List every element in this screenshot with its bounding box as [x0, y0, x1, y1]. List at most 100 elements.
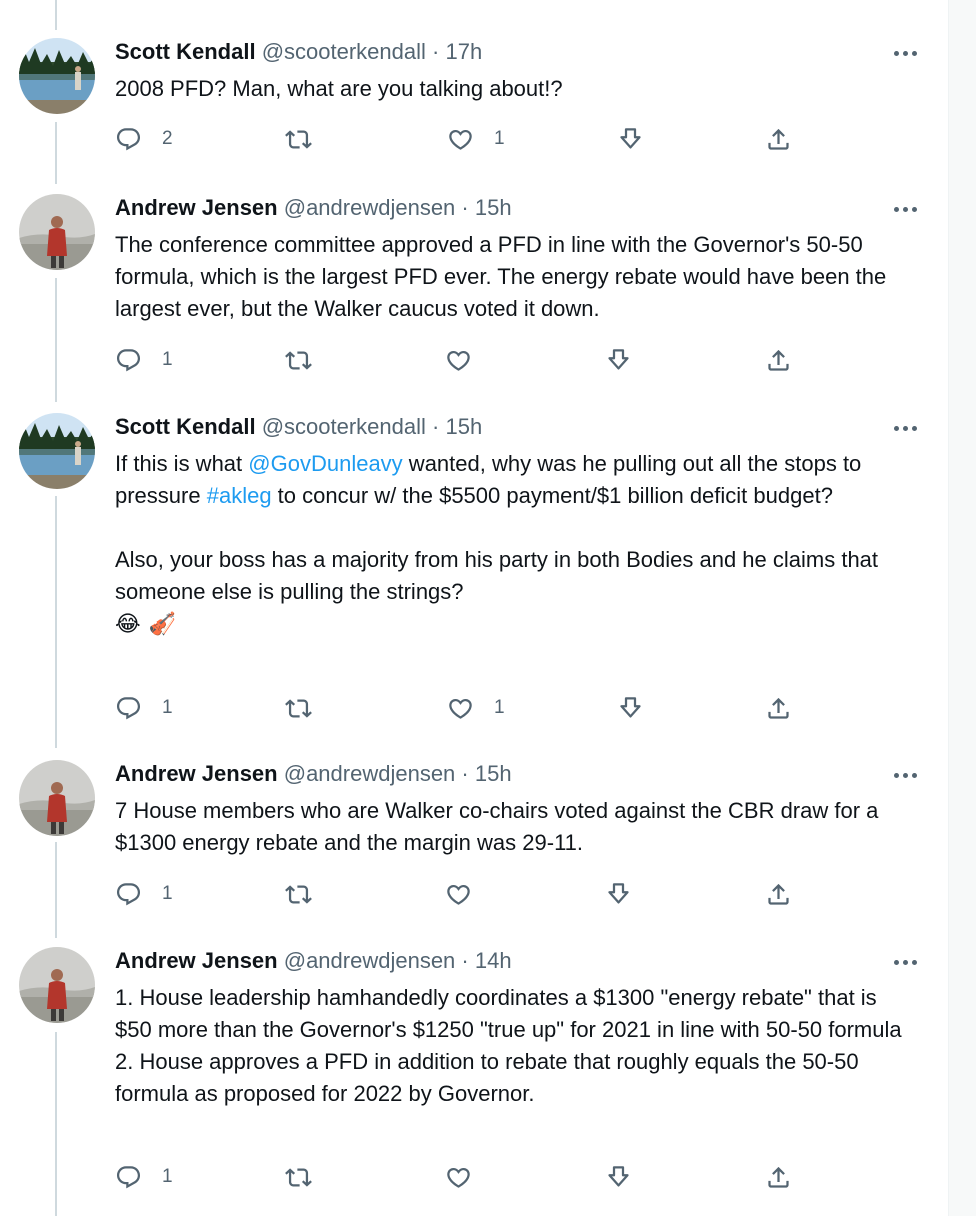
author-handle[interactable]: @andrewdjensen — [284, 761, 456, 786]
share-button[interactable] — [765, 124, 792, 154]
reply-icon — [115, 881, 142, 908]
reply-icon — [115, 695, 142, 722]
reply-button[interactable]: 1 — [115, 1162, 173, 1192]
download-icon — [617, 126, 644, 153]
download-button[interactable] — [617, 124, 644, 154]
author-name[interactable]: Andrew Jensen — [115, 195, 278, 220]
more-icon[interactable] — [894, 204, 922, 214]
author-handle[interactable]: @scooterkendall — [262, 414, 426, 439]
like-button[interactable]: 1 — [447, 693, 505, 723]
author-name[interactable]: Andrew Jensen — [115, 948, 278, 973]
download-icon — [605, 347, 632, 374]
timestamp[interactable]: 15h — [445, 414, 482, 439]
tweet[interactable]: Andrew Jensen @andrewdjensen · 15h 7 Hou… — [0, 760, 948, 920]
like-button[interactable] — [445, 345, 472, 375]
action-bar: 2 1 — [115, 124, 815, 154]
action-bar: 1 1 — [115, 693, 815, 723]
mention-link[interactable]: @GovDunleavy — [248, 451, 402, 476]
reply-count: 1 — [162, 1166, 173, 1187]
separator-dot: · — [461, 195, 469, 220]
share-icon — [765, 695, 792, 722]
action-bar: 1 — [115, 345, 815, 375]
hashtag-link[interactable]: #akleg — [207, 483, 272, 508]
share-button[interactable] — [765, 693, 792, 723]
tweet-text: 7 House members who are Walker co-chairs… — [115, 798, 879, 855]
laughing-emoji: 😂 — [115, 611, 141, 636]
tweet-header: Scott Kendall @scooterkendall · 17h — [115, 38, 482, 66]
retweet-icon — [285, 347, 312, 374]
share-button[interactable] — [765, 345, 792, 375]
download-button[interactable] — [605, 879, 632, 909]
download-icon — [605, 1164, 632, 1191]
avatar[interactable] — [19, 413, 95, 489]
avatar[interactable] — [19, 760, 95, 836]
separator-dot: · — [432, 39, 440, 64]
share-icon — [765, 1164, 792, 1191]
retweet-button[interactable] — [285, 879, 312, 909]
tweet-text: If this is what @GovDunleavy wanted, why… — [115, 448, 915, 640]
reply-icon — [115, 347, 142, 374]
heart-icon — [445, 347, 472, 374]
reply-button[interactable]: 1 — [115, 693, 173, 723]
timestamp[interactable]: 15h — [475, 195, 512, 220]
action-bar: 1 — [115, 879, 815, 909]
text-segment: If this is what — [115, 451, 249, 476]
download-icon — [617, 695, 644, 722]
reply-icon — [115, 1164, 142, 1191]
reply-button[interactable]: 1 — [115, 345, 173, 375]
tweet-line: 2. House approves a PFD in addition to r… — [115, 1049, 859, 1106]
tweet[interactable]: Andrew Jensen @andrewdjensen · 14h 1. Ho… — [0, 947, 948, 1203]
avatar[interactable] — [19, 194, 95, 270]
reply-count: 1 — [162, 697, 173, 718]
author-handle[interactable]: @scooterkendall — [262, 39, 426, 64]
download-button[interactable] — [605, 345, 632, 375]
share-button[interactable] — [765, 1162, 792, 1192]
tweet-header: Scott Kendall @scooterkendall · 15h — [115, 413, 482, 441]
share-icon — [765, 347, 792, 374]
tweet-header: Andrew Jensen @andrewdjensen · 15h — [115, 194, 512, 222]
heart-icon — [445, 881, 472, 908]
separator-dot: · — [461, 761, 469, 786]
retweet-button[interactable] — [285, 124, 332, 154]
more-icon[interactable] — [894, 423, 922, 433]
timestamp[interactable]: 17h — [445, 39, 482, 64]
more-icon[interactable] — [894, 770, 922, 780]
author-name[interactable]: Scott Kendall — [115, 414, 256, 439]
timestamp[interactable]: 15h — [475, 761, 512, 786]
tweet[interactable]: Scott Kendall @scooterkendall · 15h If t… — [0, 413, 948, 733]
retweet-button[interactable] — [285, 693, 312, 723]
avatar[interactable] — [19, 947, 95, 1023]
retweet-button[interactable] — [285, 345, 312, 375]
tweet[interactable]: Scott Kendall @scooterkendall · 17h 2008… — [0, 38, 948, 158]
text-segment: to concur w/ the $5500 payment/$1 billio… — [271, 483, 833, 508]
retweet-icon — [285, 126, 312, 153]
reply-count: 1 — [162, 883, 173, 904]
author-handle[interactable]: @andrewdjensen — [284, 948, 456, 973]
avatar[interactable] — [19, 38, 95, 114]
like-count: 1 — [494, 697, 505, 718]
retweet-icon — [285, 1164, 312, 1191]
author-name[interactable]: Andrew Jensen — [115, 761, 278, 786]
reply-icon — [115, 126, 142, 153]
author-name[interactable]: Scott Kendall — [115, 39, 256, 64]
download-button[interactable] — [617, 693, 644, 723]
more-icon[interactable] — [894, 957, 922, 967]
like-button[interactable] — [445, 879, 472, 909]
like-button[interactable]: 1 — [447, 124, 505, 154]
tweet-text: The conference committee approved a PFD … — [115, 232, 887, 321]
action-bar: 1 — [115, 1162, 815, 1192]
more-icon[interactable] — [894, 48, 922, 58]
like-button[interactable] — [445, 1162, 472, 1192]
separator-dot: · — [461, 948, 469, 973]
retweet-button[interactable] — [285, 1162, 312, 1192]
share-button[interactable] — [765, 879, 792, 909]
separator-dot: · — [432, 414, 440, 439]
tweet[interactable]: Andrew Jensen @andrewdjensen · 15h The c… — [0, 194, 948, 384]
retweet-icon — [285, 695, 312, 722]
download-button[interactable] — [605, 1162, 632, 1192]
reply-button[interactable]: 2 — [115, 124, 173, 154]
timestamp[interactable]: 14h — [475, 948, 512, 973]
author-handle[interactable]: @andrewdjensen — [284, 195, 456, 220]
reply-button[interactable]: 1 — [115, 879, 173, 909]
violin-emoji: 🎻 — [148, 611, 177, 636]
